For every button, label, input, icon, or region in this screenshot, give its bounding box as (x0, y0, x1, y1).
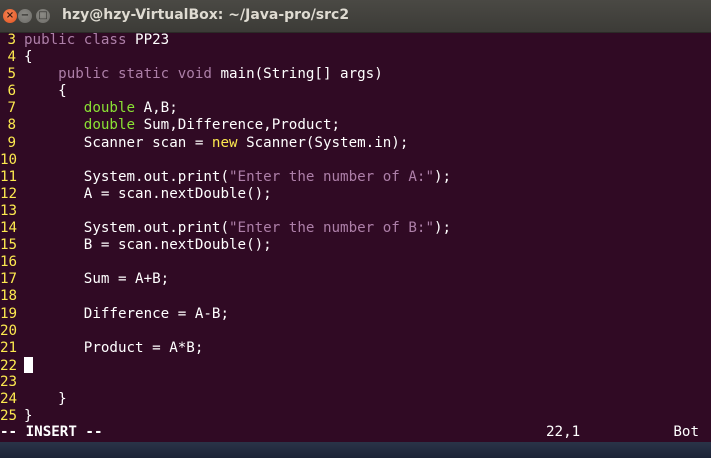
maximize-icon: □ (38, 10, 48, 21)
line-number: 17 (0, 271, 18, 288)
code-line[interactable]: 7 double A,B; (0, 100, 711, 117)
code-text (16, 356, 33, 374)
code-line[interactable]: 24 } (0, 391, 711, 408)
code-line[interactable]: 5 public static void main(String[] args) (0, 66, 711, 83)
code-line[interactable]: 4{ (0, 49, 711, 66)
line-number: 14 (0, 220, 18, 237)
line-number: 22 (0, 357, 18, 374)
code-line[interactable]: 19 Difference = A-B; (0, 306, 711, 323)
line-number: 11 (0, 168, 18, 185)
code-text: } (24, 408, 33, 425)
code-text: { (24, 83, 67, 100)
line-number: 10 (0, 151, 18, 168)
desktop-panel (0, 442, 711, 458)
code-text: A = scan.nextDouble(); (24, 185, 272, 202)
code-line[interactable]: 10 (0, 152, 711, 169)
code-line[interactable]: 14 System.out.print("Enter the number of… (0, 220, 711, 237)
line-number: 4 (7, 49, 16, 66)
close-icon: × (5, 10, 15, 21)
code-line[interactable]: 13 (0, 203, 711, 220)
vim-editor[interactable]: 3 public class PP23 4{5 public static void… (0, 32, 711, 425)
code-text: double Sum,Difference,Product; (83, 117, 341, 134)
scroll-indicator: Bot (673, 424, 699, 440)
code-text: System.out.print("Enter the number of A:… (24, 168, 452, 185)
line-number: 5 (7, 66, 16, 83)
code-line[interactable]: 22 (0, 356, 711, 374)
line-number: 16 (0, 254, 18, 271)
code-text: Difference = A-B; (24, 305, 229, 322)
line-number: 21 (0, 339, 18, 356)
code-text: { (24, 49, 33, 66)
code-line[interactable]: 11 System.out.print("Enter the number of… (0, 169, 711, 186)
vim-status-line: -- INSERT -- 22,1 Bot (0, 423, 711, 442)
code-text: System.out.print("Enter the number of B:… (24, 220, 452, 237)
terminal-window: × − □ hzy@hzy-VirtualBox: ~/Java-pro/src… (0, 0, 711, 458)
line-number: 7 (7, 100, 16, 117)
line-number: 6 (7, 83, 16, 100)
code-line[interactable]: 3 public class PP23 (0, 32, 711, 49)
code-text: Product = A*B; (24, 339, 204, 356)
code-text: } (24, 390, 67, 407)
mode-indicator: -- INSERT -- (0, 424, 103, 440)
code-text: B = scan.nextDouble(); (24, 237, 272, 254)
line-number: 18 (0, 288, 18, 305)
line-number: 19 (0, 305, 18, 322)
line-number: 20 (0, 322, 18, 339)
title-bar[interactable]: × − □ hzy@hzy-VirtualBox: ~/Java-pro/src… (0, 0, 711, 33)
code-text: public static void main(String[] args) (58, 66, 383, 83)
close-button[interactable]: × (3, 9, 17, 23)
minimize-button[interactable]: − (18, 9, 32, 23)
code-line[interactable]: 17 Sum = A+B; (0, 271, 711, 288)
code-line[interactable]: 20 (0, 323, 711, 340)
code-text: public class PP23 (24, 32, 170, 48)
line-number: 23 (0, 373, 18, 390)
code-line[interactable]: 15 B = scan.nextDouble(); (0, 237, 711, 254)
code-line[interactable]: 21 Product = A*B; (0, 340, 711, 357)
minimize-icon: − (20, 10, 30, 21)
code-line[interactable]: 23 (0, 374, 711, 391)
code-line[interactable]: 12 A = scan.nextDouble(); (0, 186, 711, 203)
line-number: 12 (0, 185, 18, 202)
cursor-position: 22,1 (546, 424, 581, 440)
code-line[interactable]: 18 (0, 288, 711, 305)
window-title: hzy@hzy-VirtualBox: ~/Java-pro/src2 (62, 7, 350, 23)
line-number: 15 (0, 237, 18, 254)
code-line[interactable]: 8 double Sum,Difference,Product; (0, 117, 711, 134)
code-text: Scanner scan = new Scanner(System.in); (24, 134, 409, 151)
code-text: Sum = A+B; (24, 271, 170, 288)
line-number: 24 (0, 390, 18, 407)
line-number: 8 (7, 117, 16, 134)
code-line[interactable]: 6 { (0, 83, 711, 100)
code-line[interactable]: 16 (0, 254, 711, 271)
maximize-button[interactable]: □ (36, 9, 50, 23)
code-line[interactable]: 9 Scanner scan = new Scanner(System.in); (0, 135, 711, 152)
line-number: 3 (7, 32, 16, 48)
code-text: double A,B; (83, 100, 178, 117)
text-cursor (24, 356, 33, 373)
line-number: 13 (0, 202, 18, 219)
line-number: 9 (7, 134, 16, 151)
